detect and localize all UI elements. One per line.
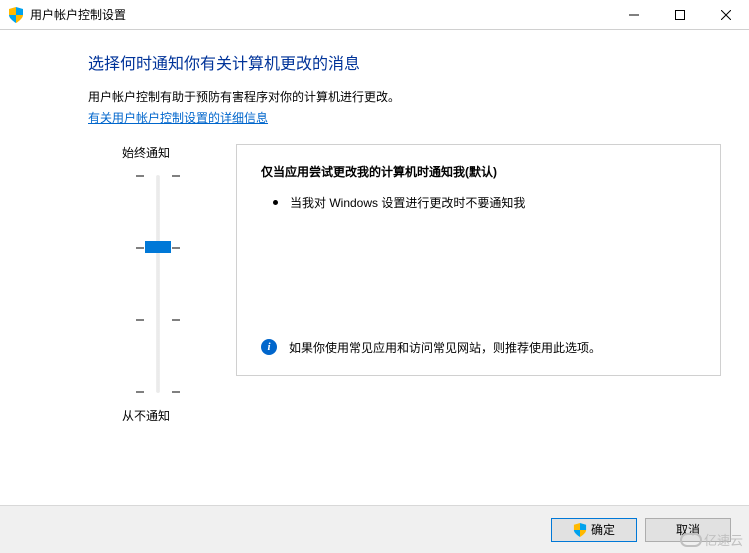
- content-area: 选择何时通知你有关计算机更改的消息 用户帐户控制有助于预防有害程序对你的计算机进…: [0, 30, 749, 424]
- page-heading: 选择何时通知你有关计算机更改的消息: [88, 50, 721, 74]
- recommendation-row: i 如果你使用常见应用和访问常见网站，则推荐使用此选项。: [261, 339, 700, 357]
- slider-tick: [172, 247, 180, 249]
- footer: 确定 取消: [0, 505, 749, 553]
- slider-tick: [172, 175, 180, 177]
- ok-button-label: 确定: [591, 521, 615, 538]
- ok-button[interactable]: 确定: [551, 518, 637, 542]
- maximize-button[interactable]: [657, 0, 703, 30]
- slider-tick: [136, 247, 144, 249]
- slider-thumb[interactable]: [145, 241, 171, 253]
- slider-tick: [172, 319, 180, 321]
- cancel-button-label: 取消: [676, 521, 700, 538]
- close-button[interactable]: [703, 0, 749, 30]
- detail-bullet-row: 当我对 Windows 设置进行更改时不要通知我: [261, 194, 700, 211]
- uac-shield-icon: [573, 523, 587, 537]
- detail-panel: 仅当应用尝试更改我的计算机时通知我(默认) 当我对 Windows 设置进行更改…: [236, 144, 721, 376]
- help-link[interactable]: 有关用户帐户控制设置的详细信息: [88, 109, 268, 126]
- slider-label-never: 从不通知: [122, 407, 170, 424]
- slider-track: [157, 175, 160, 393]
- slider-area: 始终通知 从不通知 仅当应用尝试更改我的计算机时通知我(默认) 当我: [88, 144, 721, 424]
- slider-tick: [136, 319, 144, 321]
- bullet-icon: [273, 200, 278, 205]
- titlebar: 用户帐户控制设置: [0, 0, 749, 30]
- recommendation-text: 如果你使用常见应用和访问常见网站，则推荐使用此选项。: [289, 339, 601, 357]
- slider-tick: [136, 175, 144, 177]
- slider-tick: [136, 391, 144, 393]
- slider-column: 始终通知 从不通知: [88, 144, 208, 424]
- uac-shield-icon: [8, 7, 24, 23]
- description-text: 用户帐户控制有助于预防有害程序对你的计算机进行更改。: [88, 88, 721, 105]
- slider-label-always: 始终通知: [122, 144, 170, 161]
- cancel-button[interactable]: 取消: [645, 518, 731, 542]
- detail-top: 仅当应用尝试更改我的计算机时通知我(默认) 当我对 Windows 设置进行更改…: [261, 163, 700, 211]
- info-icon: i: [261, 339, 277, 355]
- detail-title: 仅当应用尝试更改我的计算机时通知我(默认): [261, 163, 700, 180]
- slider-tick: [172, 391, 180, 393]
- window-controls: [611, 0, 749, 30]
- window-title: 用户帐户控制设置: [30, 6, 126, 23]
- minimize-button[interactable]: [611, 0, 657, 30]
- uac-slider[interactable]: [128, 169, 188, 399]
- detail-bullet-text: 当我对 Windows 设置进行更改时不要通知我: [290, 194, 525, 211]
